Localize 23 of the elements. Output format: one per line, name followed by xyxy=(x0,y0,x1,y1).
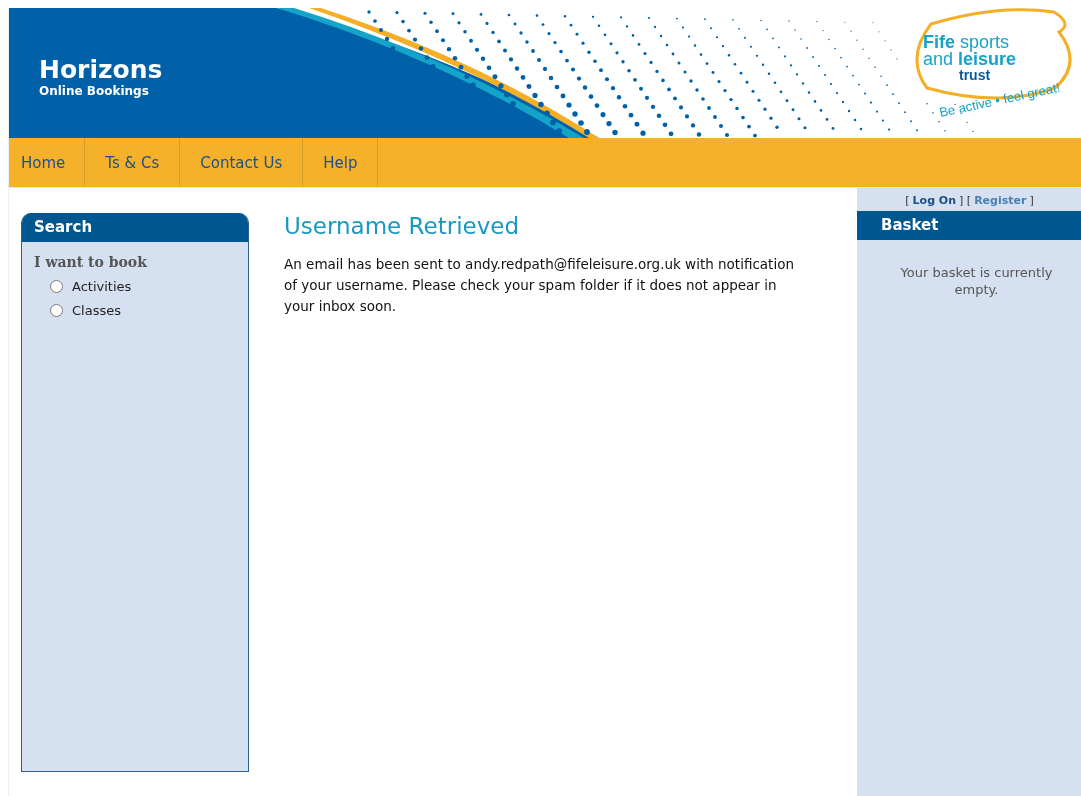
page-heading: Username Retrieved xyxy=(284,212,521,240)
panel-title: Search xyxy=(22,213,248,242)
logo-text: Fife sports xyxy=(923,34,1010,51)
bracket-text: [ xyxy=(905,194,910,207)
bracket-text: ] xyxy=(1029,194,1034,207)
logo-text: and leisure xyxy=(923,51,1017,68)
register-link[interactable]: Register xyxy=(974,194,1027,207)
nav-link[interactable]: Help xyxy=(303,138,379,187)
radio-label[interactable]: Classes xyxy=(72,302,121,318)
nav-link[interactable]: Ts & Cs xyxy=(85,138,181,187)
nav-link[interactable]: Home xyxy=(9,138,86,187)
search-label: I want to book xyxy=(34,254,149,270)
nav-link[interactable]: Contact Us xyxy=(180,138,304,187)
radio-button[interactable] xyxy=(50,303,63,317)
radio-label[interactable]: Activities xyxy=(72,278,132,294)
radio-button[interactable] xyxy=(50,279,63,293)
log-on-link[interactable]: Log On xyxy=(912,194,957,207)
bracket-text: ] [ xyxy=(959,194,972,207)
basket-empty-text: Your basket is currently empty. xyxy=(899,264,1054,298)
message-text: An email has been sent to andy.redpath@fifeleisure.org.uk with notification of your username. Please check your spam folder if it does not appear in your inbox soon. xyxy=(284,255,795,316)
site-subtitle: Online Bookings xyxy=(39,84,150,98)
site-title: Horizons xyxy=(39,56,163,84)
basket-title: Basket xyxy=(857,211,1081,240)
